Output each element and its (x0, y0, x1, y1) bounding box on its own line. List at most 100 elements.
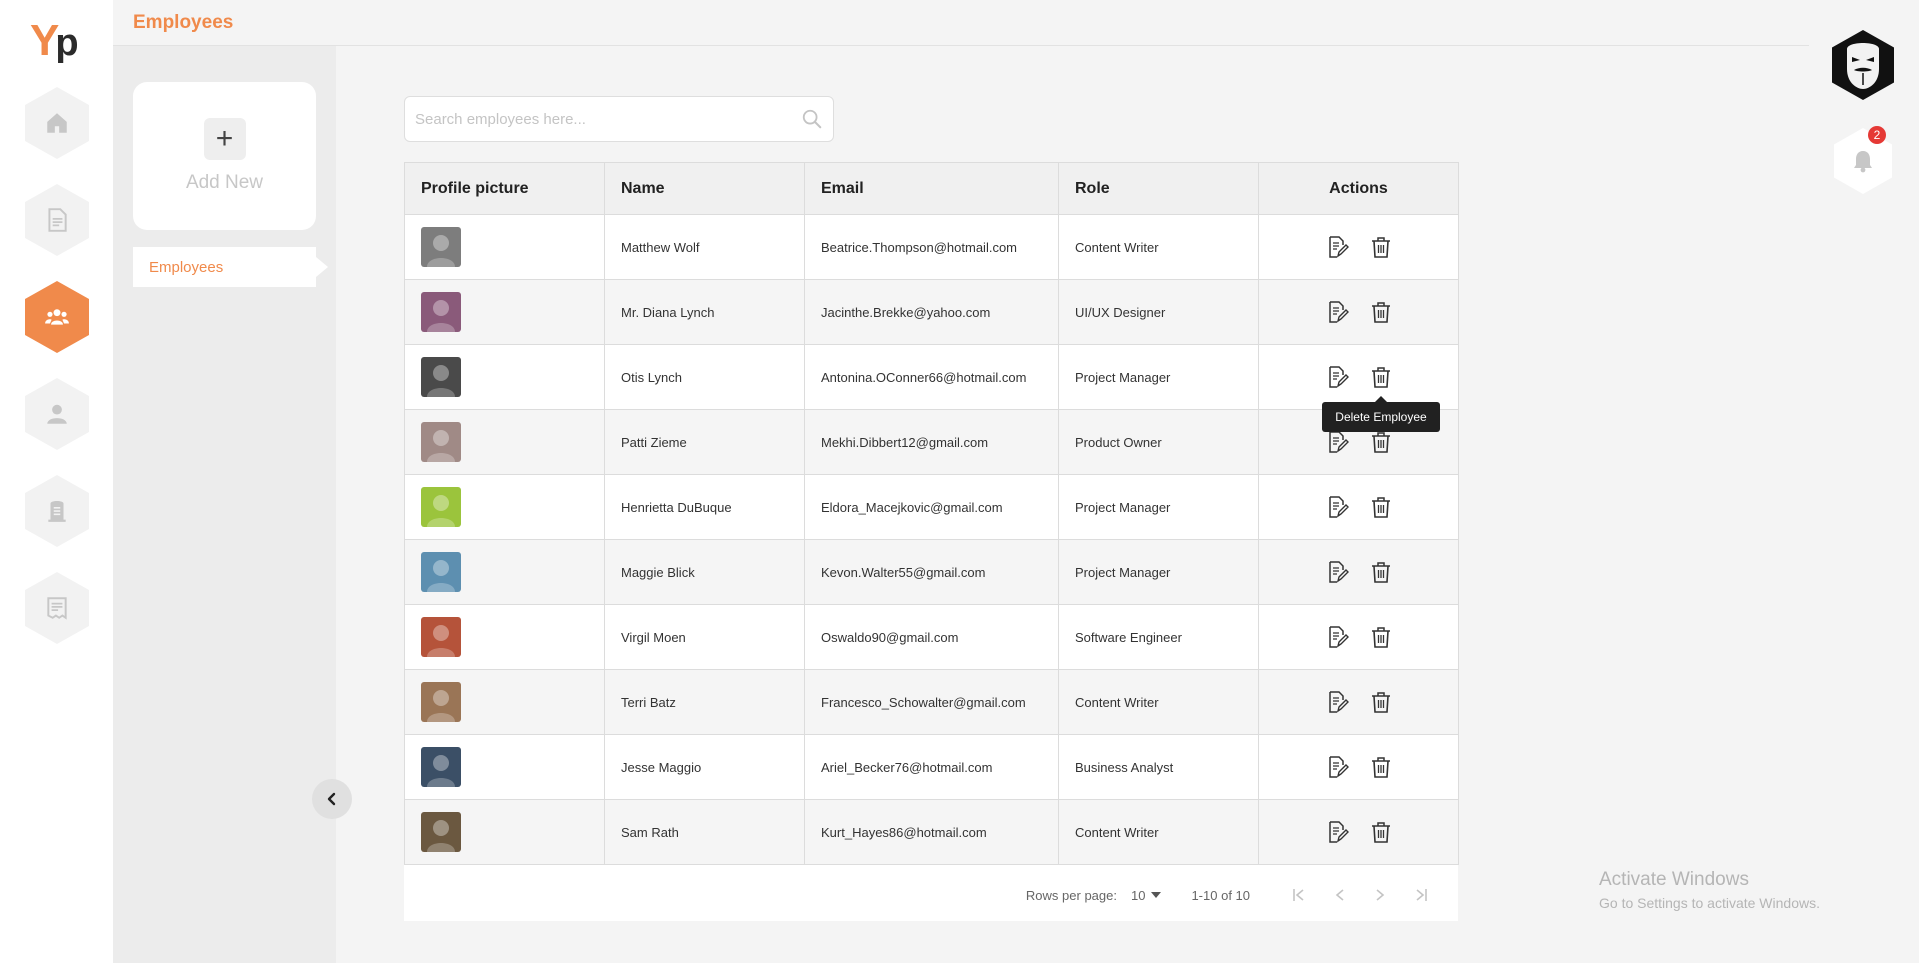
email-cell: Oswaldo90@gmail.com (804, 604, 1059, 670)
profile-picture-cell (404, 214, 605, 280)
column-header-profile-picture[interactable]: Profile picture (404, 162, 605, 215)
name-cell: Virgil Moen (604, 604, 805, 670)
email-cell: Ariel_Becker76@hotmail.com (804, 734, 1059, 800)
name-cell: Matthew Wolf (604, 214, 805, 280)
employees-table-card: Profile picture Name Email Role Actions … (404, 162, 1459, 921)
trash-icon[interactable] (1369, 495, 1393, 519)
role-cell: Content Writer (1058, 214, 1259, 280)
next-page-button[interactable] (1360, 880, 1400, 910)
trash-icon[interactable] (1369, 820, 1393, 844)
mask-avatar-icon (1847, 43, 1879, 89)
collapse-sidebar-button[interactable] (312, 779, 352, 819)
avatar (421, 617, 461, 657)
rail-item-documents[interactable] (25, 184, 89, 256)
email-cell: Kevon.Walter55@gmail.com (804, 539, 1059, 605)
trash-icon[interactable] (1369, 560, 1393, 584)
actions-cell (1258, 734, 1459, 800)
email-cell: Eldora_Macejkovic@gmail.com (804, 474, 1059, 540)
name-cell: Mr. Diana Lynch (604, 279, 805, 345)
column-header-email[interactable]: Email (804, 162, 1059, 215)
edit-icon[interactable] (1325, 235, 1349, 259)
rail-item-badge[interactable] (25, 475, 89, 547)
page-title: Employees (133, 12, 234, 33)
trash-icon[interactable] (1369, 365, 1393, 389)
logo-letter-y: Y (30, 16, 59, 65)
search-icon[interactable] (801, 108, 823, 130)
actions-cell (1258, 539, 1459, 605)
add-new-label: Add New (185, 172, 264, 193)
add-new-button[interactable]: + Add New (133, 82, 316, 230)
rows-per-page-select[interactable]: 10 (1131, 888, 1162, 903)
avatar (421, 357, 461, 397)
first-page-button[interactable] (1280, 880, 1320, 910)
trash-icon[interactable] (1369, 235, 1393, 259)
activate-windows-watermark: Activate Windows Go to Settings to activ… (1599, 869, 1820, 911)
table-header-row: Profile picture Name Email Role Actions (404, 162, 1459, 215)
plus-icon: + (203, 118, 246, 160)
user-avatar[interactable] (1832, 30, 1894, 100)
last-page-button[interactable] (1400, 880, 1440, 910)
document-icon (48, 208, 67, 232)
search-input[interactable] (405, 97, 785, 141)
profile-picture-cell (404, 539, 605, 605)
user-icon (47, 404, 67, 424)
employees-table: Profile picture Name Email Role Actions … (404, 162, 1459, 865)
name-cell: Otis Lynch (604, 344, 805, 410)
last-page-icon (1416, 889, 1427, 901)
edit-icon[interactable] (1325, 820, 1349, 844)
actions-cell (1258, 279, 1459, 345)
role-cell: Content Writer (1058, 669, 1259, 735)
edit-icon[interactable] (1325, 560, 1349, 584)
table-row: Maggie Blick Kevon.Walter55@gmail.com Proj… (404, 539, 1459, 605)
watermark-line-1: Activate Windows (1599, 869, 1749, 890)
rail-item-home[interactable] (25, 87, 89, 159)
trash-icon[interactable] (1369, 690, 1393, 714)
column-header-name[interactable]: Name (604, 162, 805, 215)
role-cell: Project Manager (1058, 539, 1259, 605)
trash-icon[interactable] (1369, 755, 1393, 779)
profile-picture-cell (404, 474, 605, 540)
avatar (421, 292, 461, 332)
avatar (421, 552, 461, 592)
edit-icon[interactable] (1325, 365, 1349, 389)
actions-cell (1258, 344, 1459, 410)
email-cell: Kurt_Hayes86@hotmail.com (804, 799, 1059, 865)
sidebar-item-employees[interactable]: Employees (133, 247, 328, 287)
role-cell: Business Analyst (1058, 734, 1259, 800)
avatar (421, 227, 461, 267)
profile-picture-cell (404, 799, 605, 865)
users-icon (45, 309, 69, 325)
rail-item-profile[interactable] (25, 378, 89, 450)
table-row: Mr. Diana Lynch Jacinthe.Brekke@yahoo.com… (404, 279, 1459, 345)
trash-icon[interactable] (1369, 430, 1393, 454)
edit-icon[interactable] (1325, 690, 1349, 714)
pagination: Rows per page: 10 1-10 of 10 (404, 869, 1458, 921)
app-logo[interactable]: Yp (30, 16, 86, 65)
actions-cell (1258, 669, 1459, 735)
role-cell: UI/UX Designer (1058, 279, 1259, 345)
table-row: Otis Lynch Antonina.OConner66@hotmail.com… (404, 344, 1459, 410)
name-cell: Maggie Blick (604, 539, 805, 605)
trash-icon[interactable] (1369, 625, 1393, 649)
edit-icon[interactable] (1325, 625, 1349, 649)
column-header-role[interactable]: Role (1058, 162, 1259, 215)
edit-icon[interactable] (1325, 755, 1349, 779)
top-bar: Employees (113, 0, 1809, 46)
table-row: Terri Batz Francesco_Schowalter@gmail.com… (404, 669, 1459, 735)
profile-picture-cell (404, 734, 605, 800)
table-row: Matthew Wolf Beatrice.Thompson@hotmail.co… (404, 214, 1459, 280)
edit-icon[interactable] (1325, 300, 1349, 324)
previous-page-button[interactable] (1320, 880, 1360, 910)
table-row: Jesse Maggio Ariel_Becker76@hotmail.com Bu… (404, 734, 1459, 800)
rail-item-employees[interactable] (25, 281, 89, 353)
profile-picture-cell (404, 279, 605, 345)
rail-item-receipts[interactable] (25, 572, 89, 644)
email-cell: Antonina.OConner66@hotmail.com (804, 344, 1059, 410)
email-cell: Mekhi.Dibbert12@gmail.com (804, 409, 1059, 475)
receipt-icon (47, 597, 67, 620)
name-cell: Terri Batz (604, 669, 805, 735)
badge-icon (48, 500, 66, 522)
edit-icon[interactable] (1325, 430, 1349, 454)
trash-icon[interactable] (1369, 300, 1393, 324)
edit-icon[interactable] (1325, 495, 1349, 519)
